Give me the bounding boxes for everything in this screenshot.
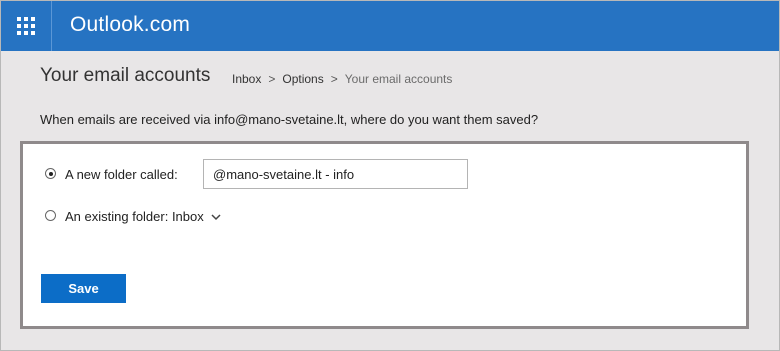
existing-folder-radio[interactable] (45, 210, 56, 221)
save-location-question: When emails are received via info@mano-s… (40, 112, 539, 127)
save-button[interactable]: Save (41, 274, 126, 303)
top-bar: Outlook.com (1, 1, 779, 51)
breadcrumb-separator: > (330, 72, 338, 86)
new-folder-radio[interactable] (45, 168, 56, 179)
chevron-down-icon[interactable] (210, 212, 222, 222)
new-folder-name-input[interactable] (203, 159, 468, 189)
breadcrumb-options[interactable]: Options (282, 72, 323, 86)
brand-logo[interactable]: Outlook.com (70, 13, 190, 37)
breadcrumb-inbox[interactable]: Inbox (232, 72, 261, 86)
save-options-panel: A new folder called: An existing folder:… (20, 141, 749, 329)
breadcrumb-separator: > (268, 72, 276, 86)
outlook-window: Outlook.com Your email accounts Inbox > … (0, 0, 780, 351)
breadcrumb: Inbox > Options > Your email accounts (232, 72, 452, 86)
breadcrumb-current: Your email accounts (344, 72, 453, 86)
existing-folder-label[interactable]: An existing folder: Inbox (65, 209, 204, 224)
new-folder-label[interactable]: A new folder called: (65, 167, 178, 182)
top-bar-divider (51, 1, 52, 51)
waffle-grid-icon (17, 17, 35, 35)
existing-folder-option[interactable]: An existing folder: Inbox (65, 209, 222, 224)
page-title: Your email accounts (40, 65, 211, 86)
app-launcher-button[interactable] (1, 1, 51, 51)
